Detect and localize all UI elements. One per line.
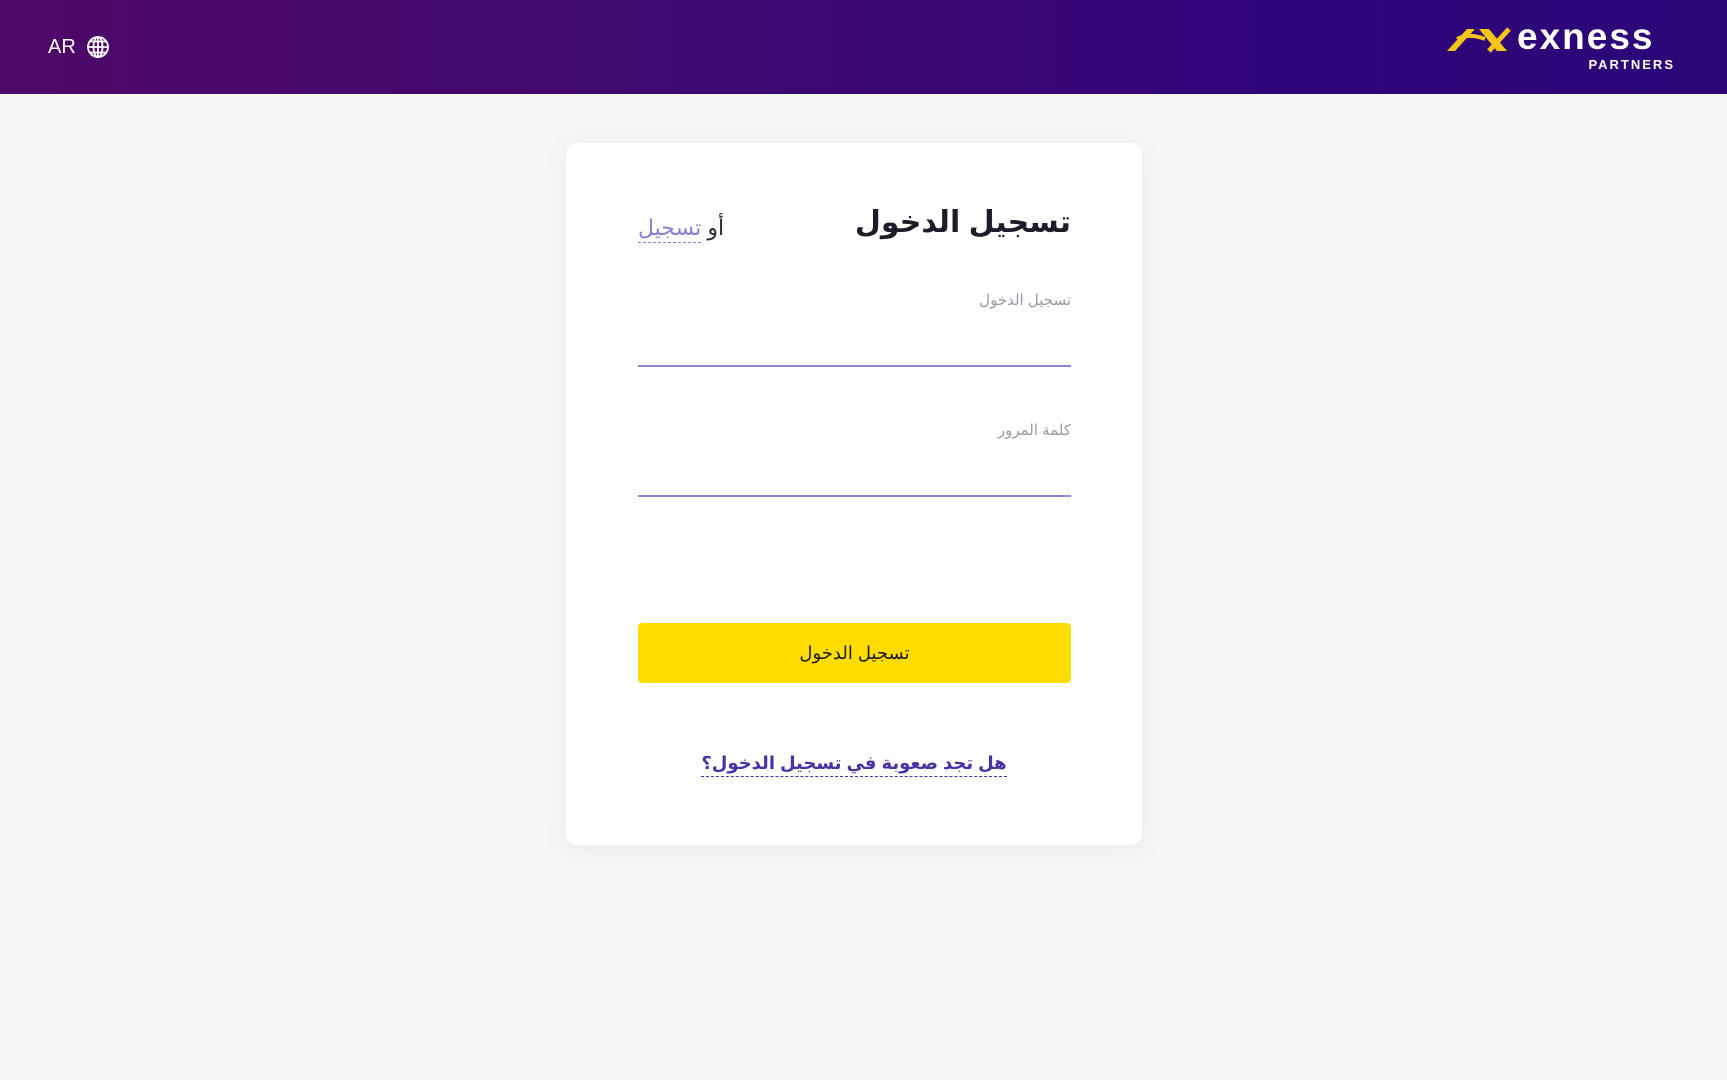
exness-partners-logo[interactable]: exness PARTNERS: [1445, 16, 1675, 74]
globe-icon: [86, 35, 110, 59]
language-switcher[interactable]: AR: [48, 30, 110, 64]
trouble-link-container: هل تجد صعوبة في تسجيل الدخول؟: [566, 753, 1142, 777]
password-input[interactable]: [638, 465, 1071, 497]
or-label: أو: [707, 215, 725, 240]
page-title: تسجيل الدخول: [854, 206, 1071, 239]
exness-logo-mark-icon: [1445, 25, 1511, 58]
brand-name: exness: [1517, 16, 1655, 57]
login-field-group: تسجيل الدخول: [638, 291, 1071, 367]
login-card: تسجيل الدخول أو تسجيل تسجيل الدخول كلمة …: [566, 143, 1142, 845]
password-field-label: كلمة المرور: [997, 422, 1071, 439]
login-input[interactable]: [638, 335, 1071, 367]
register-link[interactable]: تسجيل: [638, 215, 702, 243]
password-field-group: كلمة المرور: [638, 421, 1071, 497]
brand-subtitle: PARTNERS: [1588, 57, 1675, 72]
login-field-label: تسجيل الدخول: [979, 292, 1071, 309]
or-register: أو تسجيل: [638, 215, 725, 243]
language-code: AR: [48, 35, 76, 58]
top-header: AR exness PARTNERS: [0, 0, 1727, 94]
login-submit-button[interactable]: تسجيل الدخول: [638, 623, 1071, 683]
trouble-signing-in-link[interactable]: هل تجد صعوبة في تسجيل الدخول؟: [701, 753, 1007, 777]
